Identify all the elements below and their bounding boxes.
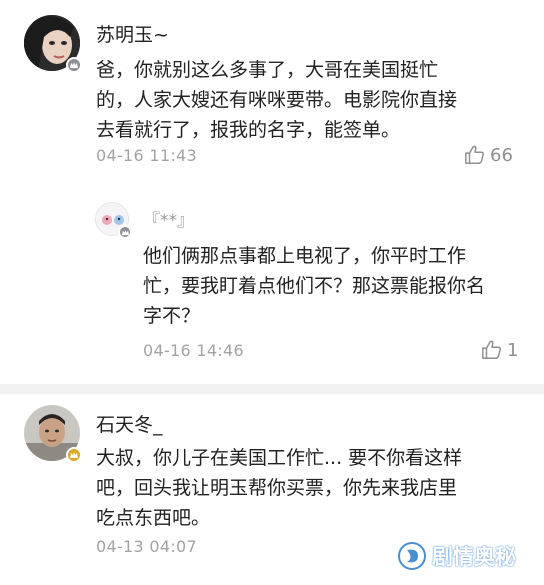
reply-timestamp: 04-16 14:46 [143,341,244,360]
watermark-text: 剧情奥秘 [432,545,516,569]
reply-author[interactable]: 『**』 [143,206,194,231]
user-badge-icon [118,225,132,239]
like-count: 1 [507,339,519,361]
like-button[interactable]: 66 [464,144,513,166]
comment-item: 苏明玉~ 爸，你就别这么多事了，大哥在美国挺忙 的，人家大嫂还有咪咪要带。电影院… [0,0,544,361]
user-badge-icon [66,57,82,73]
like-button[interactable]: 1 [481,339,518,361]
comment-body: 大叔，你儿子在美国工作忙... 要不你看这样 吧，回头我让明玉帮你买票，你先来我… [96,443,536,533]
watermark: 剧情奥秘 [398,541,516,571]
comment-timestamp: 04-16 11:43 [96,146,197,165]
section-divider [0,384,544,394]
comment-line: 的，人家大嫂还有咪咪要带。电影院你直接 [96,89,458,111]
thumbs-up-icon [465,145,484,164]
comment-line: 去看就行了，报我的名字，能签单。 [96,119,401,141]
thumbs-up-icon [482,340,501,359]
comment-line: 吃点东西吧。 [96,507,211,529]
watermark-logo-icon [398,542,426,570]
comment-timestamp: 04-13 04:07 [96,537,197,556]
comment-line: 爸，你就别这么多事了，大哥在美国挺忙 [96,59,439,81]
reply-line: 字不？ [143,305,201,327]
comment-author[interactable]: 石天冬_ [96,410,163,437]
reply-line: 他们俩那点事都上电视了，你平时工作 [143,245,467,267]
like-count: 66 [490,144,513,166]
comment-body: 爸，你就别这么多事了，大哥在美国挺忙 的，人家大嫂还有咪咪要带。电影院你直接 去… [96,55,526,145]
user-badge-icon [66,447,82,463]
comment-line: 大叔，你儿子在美国工作忙... 要不你看这样 [96,447,463,469]
comment-line: 吧，回头我让明玉帮你买票，你先来我店里 [96,477,458,499]
reply-line: 忙，要我盯着点他们不？那这票能报你名 [143,275,486,297]
comment-author[interactable]: 苏明玉~ [96,20,169,47]
reply-body: 他们俩那点事都上电视了，你平时工作 忙，要我盯着点他们不？那这票能报你名 字不？ [143,241,533,331]
